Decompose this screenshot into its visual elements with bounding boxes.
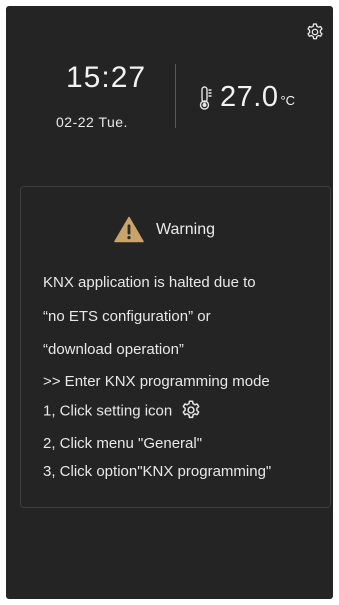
thermometer-icon xyxy=(199,85,212,110)
device-screen: 15:27 02-22 Tue. 27.0 °C Warning KNX app… xyxy=(6,6,333,599)
temperature-unit: °C xyxy=(280,92,296,108)
temperature-display: 27.0 °C xyxy=(198,81,295,114)
warning-line-1: KNX application is halted due to xyxy=(43,274,256,291)
gear-icon[interactable] xyxy=(305,22,325,42)
warning-line-5: 1, Click setting icon xyxy=(43,400,202,421)
warning-line-2: “no ETS configuration” or xyxy=(43,308,211,325)
instruction-step-1-text: 1, Click setting icon xyxy=(43,402,173,420)
clock-date: 02-22 Tue. xyxy=(56,114,128,130)
warning-line-6: 2, Click menu "General" xyxy=(43,435,203,452)
gear-icon xyxy=(182,400,200,419)
temperature-value: 27.0 xyxy=(220,81,279,113)
divider xyxy=(175,64,176,128)
warning-header: Warning xyxy=(114,216,215,243)
warning-line-4: >> Enter KNX programming mode xyxy=(43,373,270,390)
clock-time: 15:27 xyxy=(66,61,147,94)
warning-line-3: “download operation” xyxy=(43,341,184,358)
warning-title: Warning xyxy=(156,220,215,238)
warning-line-7: 3, Click option"KNX programming" xyxy=(43,463,272,480)
warning-icon xyxy=(114,216,144,243)
